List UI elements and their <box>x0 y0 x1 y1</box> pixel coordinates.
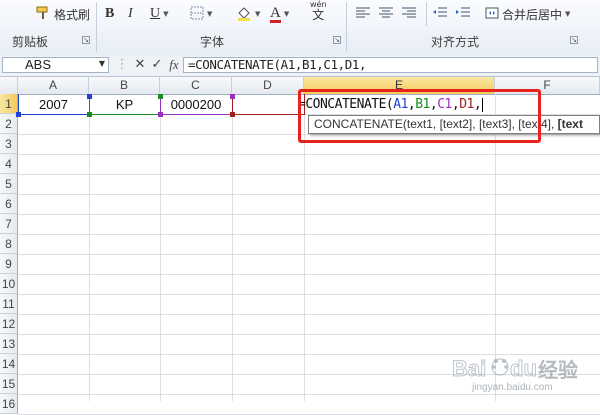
align-center-button[interactable] <box>378 3 394 25</box>
paintbrush-icon <box>35 5 51 24</box>
align-left-button[interactable] <box>355 3 371 25</box>
ribbon-divider <box>96 2 97 52</box>
merge-center-label: 合并后居中 <box>502 7 563 22</box>
gridline <box>18 294 600 295</box>
svg-text:Bai: Bai <box>452 356 486 381</box>
formula-bar: ABS ▼ ⋮ ✕ ✓ fx =CONCATENATE(A1,B1,C1,D1, <box>0 55 600 77</box>
gridline <box>18 334 600 335</box>
gridline <box>18 254 600 255</box>
font-launcher-icon[interactable]: ↘ <box>333 36 341 44</box>
chevron-down-icon: ▼ <box>565 10 571 18</box>
row-header-1[interactable]: 1 <box>0 94 18 114</box>
row-header-12[interactable]: 12 <box>0 314 18 334</box>
row-header-15[interactable]: 15 <box>0 374 18 394</box>
row-header-5[interactable]: 5 <box>0 174 18 194</box>
format-painter-label: 格式刷 <box>54 7 91 22</box>
paint-bucket-icon <box>236 5 252 24</box>
gridline <box>89 94 90 401</box>
italic-button[interactable]: I <box>128 3 133 25</box>
row-header-14[interactable]: 14 <box>0 354 18 374</box>
column-header-d[interactable]: D <box>232 77 304 94</box>
watermark-url: jingyan.baidu.com <box>472 382 553 393</box>
row-header-13[interactable]: 13 <box>0 334 18 354</box>
borders-icon <box>190 6 204 23</box>
indent-icon <box>455 6 471 23</box>
row-header-4[interactable]: 4 <box>0 154 18 174</box>
column-header-b[interactable]: B <box>89 77 160 94</box>
resize-grip-icon[interactable]: ⋮ <box>114 57 130 73</box>
ribbon: 格式刷 剪贴板 ↘ B I U ▼ ▼ ▼ A ▼ wén 文 字体 ↘ 合并后居… <box>0 0 600 56</box>
chevron-down-icon: ▼ <box>255 10 261 18</box>
name-box-value: ABS <box>25 57 52 72</box>
formula-input[interactable]: =CONCATENATE(A1,B1,C1,D1, <box>183 57 598 73</box>
ribbon-divider <box>426 2 427 26</box>
annotation-highlight-box <box>298 89 541 143</box>
row-header-10[interactable]: 10 <box>0 274 18 294</box>
clipboard-launcher-icon[interactable]: ↘ <box>82 36 90 44</box>
tooltip-current-arg: [text <box>557 117 583 131</box>
gridline <box>18 154 600 155</box>
cell-b1[interactable]: KP <box>89 95 160 114</box>
font-color-button[interactable]: A ▼ <box>270 3 289 25</box>
underline-button[interactable]: U ▼ <box>150 3 169 25</box>
gridline <box>18 234 600 235</box>
insert-function-icon[interactable]: fx <box>166 57 182 73</box>
outdent-icon <box>432 6 448 23</box>
format-painter-button[interactable]: 格式刷 <box>35 3 90 25</box>
alignment-group-label: 对齐方式 <box>431 35 480 49</box>
gridline <box>18 194 600 195</box>
borders-button[interactable]: ▼ <box>190 3 212 25</box>
row-header-3[interactable]: 3 <box>0 134 18 154</box>
increase-indent-button[interactable] <box>455 3 471 25</box>
gridline <box>18 214 600 215</box>
chevron-down-icon: ▼ <box>163 10 169 18</box>
bold-button[interactable]: B <box>105 3 114 25</box>
baidu-jingyan-watermark: Bai du 经验 jingyan.baidu.com <box>450 350 598 398</box>
align-right-button[interactable] <box>401 3 417 25</box>
align-right-icon <box>401 6 417 23</box>
cell-c1[interactable]: 0000200 <box>160 95 232 114</box>
gridline <box>18 314 600 315</box>
clipboard-group-label: 剪贴板 <box>12 35 49 49</box>
cell-a1[interactable]: 2007 <box>18 95 89 114</box>
chevron-down-icon: ▼ <box>283 10 290 18</box>
column-header-c[interactable]: C <box>160 77 232 94</box>
gridline <box>18 174 600 175</box>
font-group-label: 字体 <box>200 35 225 49</box>
watermark-label: 经验 <box>538 358 578 382</box>
row-header-11[interactable]: 11 <box>0 294 18 314</box>
name-box[interactable]: ABS ▼ <box>2 57 109 73</box>
chevron-down-icon[interactable]: ▼ <box>99 59 105 68</box>
chevron-down-icon: ▼ <box>207 10 213 18</box>
select-all-corner[interactable] <box>0 77 18 94</box>
row-header-6[interactable]: 6 <box>0 194 18 214</box>
align-left-icon <box>355 6 371 23</box>
alignment-launcher-icon[interactable]: ↘ <box>570 36 578 44</box>
ribbon-divider <box>346 2 347 52</box>
row-header-7[interactable]: 7 <box>0 214 18 234</box>
column-header-a[interactable]: A <box>18 77 89 94</box>
range-highlight-d1 <box>232 94 305 115</box>
row-header-8[interactable]: 8 <box>0 234 18 254</box>
decrease-indent-button[interactable] <box>432 3 448 25</box>
gridline <box>18 274 600 275</box>
merge-cells-icon <box>485 6 499 23</box>
fill-color-button[interactable]: ▼ <box>236 3 260 25</box>
gridline <box>160 94 161 401</box>
svg-text:du: du <box>510 356 537 381</box>
row-header-16[interactable]: 16 <box>0 394 18 414</box>
row-header-2[interactable]: 2 <box>0 114 18 134</box>
align-center-icon <box>378 6 394 23</box>
phonetic-guide-button[interactable]: wén 文 <box>310 0 327 22</box>
merge-center-button[interactable]: 合并后居中 ▼ <box>485 3 570 25</box>
cancel-icon[interactable]: ✕ <box>132 57 148 73</box>
formula-text: =CONCATENATE(A1,B1,C1,D1, <box>188 57 367 72</box>
gridline <box>232 94 233 401</box>
row-header-9[interactable]: 9 <box>0 254 18 274</box>
enter-icon[interactable]: ✓ <box>149 57 165 73</box>
